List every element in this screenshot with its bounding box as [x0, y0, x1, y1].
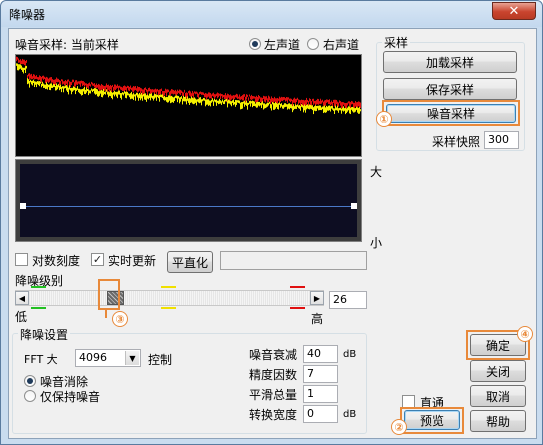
high-level-marker-bottom [290, 307, 305, 309]
log-scale-checkbox[interactable] [15, 253, 28, 266]
cancel-label: 取消 [485, 389, 510, 404]
help-button[interactable]: 帮助 [470, 410, 526, 432]
reduction-settings-title: 降噪设置 [18, 326, 71, 343]
dialog-body: 噪音采样: 当前采样 左声道 右声道 大 小 采样 加载采样 保存采样 噪音采样… [8, 28, 537, 439]
noise-level-input[interactable]: 26 [329, 291, 367, 309]
noise-spectrum-graph [16, 56, 361, 115]
annotation-number-1: ① [376, 111, 392, 127]
left-channel-label: 左声道 [264, 38, 301, 52]
control-label: 控制 [148, 353, 173, 367]
cancel-button[interactable]: 取消 [470, 385, 526, 407]
curve-handle-right[interactable] [351, 203, 357, 209]
reduction-curve-canvas [20, 164, 357, 237]
spectrum-header: 噪音采样: 当前采样 [15, 38, 119, 52]
slider-right-arrow[interactable]: ▶ [310, 291, 324, 305]
smoothing-input[interactable]: 1 [303, 385, 338, 403]
annotation-box-2 [400, 407, 464, 434]
noise-spectrum-display[interactable] [15, 54, 362, 157]
status-field [220, 251, 367, 270]
annotation-box-3 [98, 279, 120, 310]
mid-level-marker-bottom [161, 307, 176, 309]
annotation-number-2: ② [391, 419, 407, 435]
sampling-group-title: 采样 [382, 34, 411, 51]
flatten-button[interactable]: 平直化 [167, 251, 213, 273]
left-channel-radio[interactable] [249, 38, 261, 50]
annotation-number-4: ④ [517, 326, 533, 342]
noise-yellow-trace [16, 63, 361, 115]
attenuation-unit: dB [343, 349, 357, 360]
curve-line [24, 206, 353, 207]
close-button[interactable]: 关闭 [470, 360, 526, 382]
transition-width-unit: dB [343, 409, 357, 420]
curve-label-high: 大 [370, 165, 383, 179]
log-scale-label: 对数刻度 [32, 254, 81, 268]
mode-keep-radio[interactable] [24, 390, 36, 402]
precision-input[interactable]: 7 [303, 365, 338, 383]
save-sample-label: 保存采样 [425, 82, 474, 97]
load-sample-button[interactable]: 加载采样 [383, 51, 517, 73]
slider-left-arrow[interactable]: ◀ [15, 291, 29, 305]
annotation-line-3 [105, 310, 107, 318]
title-bar[interactable]: 降噪器 ✕ [1, 1, 542, 27]
help-label: 帮助 [485, 414, 510, 429]
reduction-curve-panel[interactable] [15, 159, 362, 242]
smoothing-label: 平滑总量 [249, 388, 298, 402]
low-level-marker [31, 286, 46, 288]
transition-width-label: 转换宽度 [249, 408, 298, 422]
low-level-marker-bottom [31, 307, 46, 309]
mode-remove-radio[interactable] [24, 375, 36, 387]
mode-keep-label: 仅保持噪音 [40, 390, 101, 404]
fft-size-label: FFT 大 [24, 353, 58, 366]
attenuation-input[interactable]: 40 [303, 345, 338, 363]
high-level-marker [290, 286, 305, 288]
realtime-update-label: 实时更新 [108, 254, 157, 268]
close-window-button[interactable]: ✕ [492, 2, 536, 20]
annotation-number-3: ③ [112, 311, 128, 327]
save-sample-button[interactable]: 保存采样 [383, 78, 517, 100]
chevron-down-icon[interactable]: ▼ [125, 351, 139, 365]
close-icon: ✕ [508, 3, 520, 19]
right-channel-label: 右声道 [323, 38, 360, 52]
close-label: 关闭 [485, 364, 510, 379]
transition-width-input[interactable]: 0 [303, 405, 338, 423]
window-title: 降噪器 [9, 8, 46, 22]
noise-level-slider[interactable]: ◀ ▶ [15, 290, 324, 306]
flatten-label: 平直化 [171, 255, 208, 270]
curve-label-low: 小 [370, 236, 383, 250]
right-channel-radio[interactable] [307, 38, 319, 50]
realtime-update-checkbox[interactable]: ✓ [91, 253, 104, 266]
precision-label: 精度因数 [249, 368, 298, 382]
noise-level-low-label: 低 [15, 310, 28, 324]
snapshot-label: 采样快照 [432, 135, 481, 149]
mid-level-marker [161, 286, 176, 288]
fft-size-value: 4096 [79, 351, 107, 364]
fft-size-dropdown[interactable]: 4096 ▼ [75, 349, 141, 367]
annotation-box-1 [382, 100, 520, 126]
noise-level-high-label: 高 [311, 312, 324, 326]
curve-handle-left[interactable] [20, 203, 26, 209]
attenuation-label: 噪音衰减 [249, 348, 298, 362]
noise-reduction-window: 降噪器 ✕ 噪音采样: 当前采样 左声道 右声道 大 小 采样 加载采样 保存采… [0, 0, 543, 445]
load-sample-label: 加载采样 [425, 55, 474, 70]
snapshot-input[interactable]: 300 [484, 131, 519, 149]
